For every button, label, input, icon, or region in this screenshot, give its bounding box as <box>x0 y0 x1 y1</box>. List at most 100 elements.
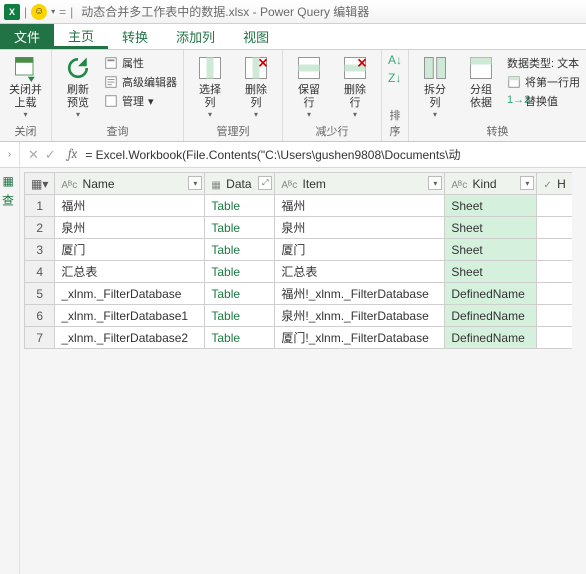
accept-formula-button[interactable]: ✓ <box>45 147 56 163</box>
tab-transform[interactable]: 转换 <box>108 24 162 49</box>
refresh-preview-button[interactable]: 刷新 预览▾ <box>56 52 100 121</box>
choose-columns-button[interactable]: 选择 列▾ <box>188 52 232 121</box>
filter-dropdown-icon[interactable]: ▾ <box>188 176 202 190</box>
cell-data[interactable]: Table <box>205 305 275 327</box>
cell-hidden[interactable] <box>537 327 572 349</box>
keep-rows-button[interactable]: 保留 行▾ <box>287 52 331 121</box>
use-first-row-button[interactable]: 将第一行用 <box>505 73 582 91</box>
sort-asc-icon: A↓ <box>388 53 402 67</box>
cell-name[interactable]: 汇总表 <box>55 261 205 283</box>
group-label-query: 查询 <box>56 121 179 141</box>
tab-view[interactable]: 视图 <box>229 24 283 49</box>
cell-data[interactable]: Table <box>205 327 275 349</box>
properties-icon <box>104 56 118 70</box>
tab-home[interactable]: 主页 <box>54 24 108 49</box>
advanced-editor-button[interactable]: 高级编辑器 <box>102 73 179 91</box>
cell-data[interactable]: Table <box>205 283 275 305</box>
cell-item[interactable]: 泉州!_xlnm._FilterDatabase <box>275 305 445 327</box>
table-row[interactable]: 7_xlnm._FilterDatabase2Table厦门!_xlnm._Fi… <box>25 327 572 349</box>
replace-values-button[interactable]: 1→2替换值 <box>505 92 582 110</box>
cell-name[interactable]: _xlnm._FilterDatabase <box>55 283 205 305</box>
column-header-name[interactable]: Aᴮc Name▾ <box>55 173 205 195</box>
remove-rows-button[interactable]: 删除 行▾ <box>333 52 377 121</box>
row-number: 2 <box>25 217 55 239</box>
table-corner[interactable]: ▦▾ <box>25 173 55 195</box>
cell-kind[interactable]: DefinedName <box>445 327 537 349</box>
cell-name[interactable]: _xlnm._FilterDatabase1 <box>55 305 205 327</box>
cell-item[interactable]: 厦门!_xlnm._FilterDatabase <box>275 327 445 349</box>
cell-hidden[interactable] <box>537 283 572 305</box>
keep-rows-icon <box>295 54 323 82</box>
group-label-transform: 转换 <box>413 121 582 141</box>
excel-icon: X <box>4 4 20 20</box>
cell-item[interactable]: 福州!_xlnm._FilterDatabase <box>275 283 445 305</box>
cell-item[interactable]: 泉州 <box>275 217 445 239</box>
cell-hidden[interactable] <box>537 261 572 283</box>
replace-icon: 1→2 <box>507 94 521 108</box>
window-title: 动态合并多工作表中的数据.xlsx - Power Query 编辑器 <box>81 3 369 20</box>
remove-columns-button[interactable]: 删除 列▾ <box>234 52 278 121</box>
filter-dropdown-icon[interactable]: ▾ <box>520 176 534 190</box>
row-number: 4 <box>25 261 55 283</box>
close-load-icon <box>12 54 40 82</box>
column-header-kind[interactable]: Aᴮc Kind▾ <box>445 173 537 195</box>
smiley-icon[interactable]: ☺ <box>31 4 47 20</box>
cell-data[interactable]: Table <box>205 217 275 239</box>
cell-hidden[interactable] <box>537 195 572 217</box>
expand-icon[interactable]: ⤢ <box>258 176 272 190</box>
group-label-manage-columns: 管理列 <box>188 121 278 141</box>
cell-hidden[interactable] <box>537 217 572 239</box>
close-and-load-button[interactable]: 关闭并 上载▾ <box>4 52 47 121</box>
data-type-button[interactable]: 数据类型: 文本 <box>505 54 582 72</box>
formula-input[interactable]: = Excel.Workbook(File.Contents("C:\Users… <box>81 146 586 163</box>
type-text-icon: Aᴮc <box>61 180 77 191</box>
table-row[interactable]: 6_xlnm._FilterDatabase1Table泉州!_xlnm._Fi… <box>25 305 572 327</box>
cell-kind[interactable]: Sheet <box>445 261 537 283</box>
cell-data[interactable]: Table <box>205 239 275 261</box>
cell-kind[interactable]: DefinedName <box>445 283 537 305</box>
properties-button[interactable]: 属性 <box>102 54 179 72</box>
cell-name[interactable]: 泉州 <box>55 217 205 239</box>
column-header-hidden[interactable]: ✓ H <box>537 173 572 195</box>
cell-kind[interactable]: Sheet <box>445 195 537 217</box>
filter-dropdown-icon[interactable]: ▾ <box>428 176 442 190</box>
table-row[interactable]: 5_xlnm._FilterDatabaseTable福州!_xlnm._Fil… <box>25 283 572 305</box>
manage-button[interactable]: 管理 ▾ <box>102 92 179 110</box>
side-strip: ▦ 查询 <box>0 168 20 574</box>
tab-file[interactable]: 文件 <box>0 24 54 49</box>
group-by-button[interactable]: 分组 依据 <box>459 52 503 121</box>
remove-columns-icon <box>242 54 270 82</box>
queries-pane-toggle[interactable]: › <box>0 142 20 167</box>
cell-item[interactable]: 厦门 <box>275 239 445 261</box>
table-row[interactable]: 4汇总表Table汇总表Sheet <box>25 261 572 283</box>
table-row[interactable]: 1福州Table福州Sheet <box>25 195 572 217</box>
cell-kind[interactable]: Sheet <box>445 239 537 261</box>
cell-kind[interactable]: Sheet <box>445 217 537 239</box>
cell-name[interactable]: 厦门 <box>55 239 205 261</box>
cell-name[interactable]: 福州 <box>55 195 205 217</box>
cell-kind[interactable]: DefinedName <box>445 305 537 327</box>
cancel-formula-button[interactable]: ✕ <box>28 147 39 163</box>
cell-hidden[interactable] <box>537 305 572 327</box>
queries-icon-2[interactable]: 查询 <box>3 194 17 208</box>
fx-icon[interactable]: fx <box>68 147 78 162</box>
cell-data[interactable]: Table <box>205 261 275 283</box>
column-header-data[interactable]: ▦ Data⤢ <box>205 173 275 195</box>
separator: | <box>70 5 73 19</box>
table-row[interactable]: 3厦门Table厦门Sheet <box>25 239 572 261</box>
cell-hidden[interactable] <box>537 239 572 261</box>
column-header-item[interactable]: Aᴮc Item▾ <box>275 173 445 195</box>
split-column-button[interactable]: 拆分 列▾ <box>413 52 457 121</box>
type-table-icon: ▦ <box>211 180 220 191</box>
editor-icon <box>104 75 118 89</box>
table-row[interactable]: 2泉州Table泉州Sheet <box>25 217 572 239</box>
tab-add-column[interactable]: 添加列 <box>162 24 229 49</box>
cell-item[interactable]: 福州 <box>275 195 445 217</box>
sort-asc-button[interactable]: A↓ <box>386 52 404 68</box>
sort-desc-button[interactable]: Z↓ <box>386 70 404 86</box>
dropdown-icon[interactable]: ▾ <box>51 7 55 16</box>
cell-item[interactable]: 汇总表 <box>275 261 445 283</box>
queries-icon[interactable]: ▦ <box>3 174 17 188</box>
cell-name[interactable]: _xlnm._FilterDatabase2 <box>55 327 205 349</box>
cell-data[interactable]: Table <box>205 195 275 217</box>
